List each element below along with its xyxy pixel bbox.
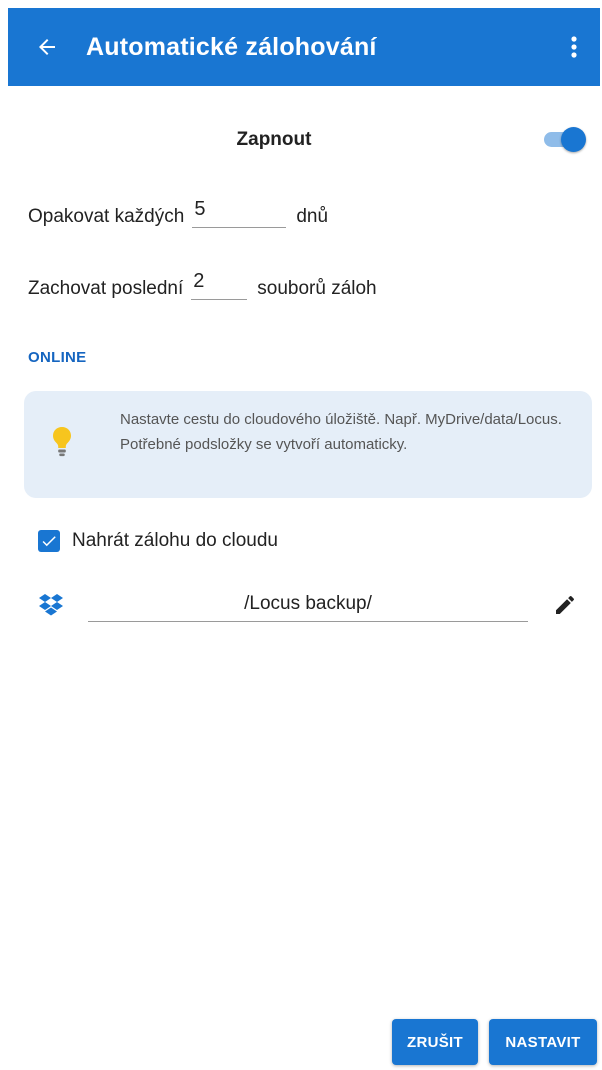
pencil-icon[interactable]: [553, 593, 579, 619]
upload-cloud-checkbox[interactable]: [38, 530, 60, 552]
cloud-path-row: /Locus backup/: [0, 585, 602, 631]
info-text: Nastavte cestu do cloudového úložiště. N…: [120, 411, 562, 453]
arrow-left-icon[interactable]: [32, 32, 62, 62]
cancel-button[interactable]: ZRUŠIT: [392, 1019, 478, 1065]
set-button[interactable]: NASTAVIT: [489, 1019, 597, 1065]
repeat-prefix: Opakovat každých: [28, 206, 185, 227]
repeat-suffix: dnů: [296, 206, 329, 227]
cloud-path-field[interactable]: /Locus backup/: [88, 589, 528, 622]
keep-prefix: Zachovat poslední: [28, 278, 184, 299]
upload-cloud-label: Nahrát zálohu do cloudu: [72, 530, 278, 551]
lightbulb-icon: [50, 425, 74, 459]
keep-suffix: souborů záloh: [257, 278, 377, 299]
app-bar: Automatické zálohování: [8, 8, 600, 86]
repeat-row: Opakovat každých 5 dnů: [28, 198, 328, 228]
keep-count-input[interactable]: 2: [191, 270, 248, 300]
more-vertical-icon[interactable]: [562, 27, 586, 67]
repeat-days-input[interactable]: 5: [192, 198, 287, 228]
toggle-thumb: [561, 127, 586, 152]
keep-row: Zachovat poslední 2 souborů záloh: [28, 270, 377, 300]
auto-backup-screen: Automatické zálohování Zapnout Opakovat …: [0, 0, 602, 1070]
enable-label: Zapnout: [236, 129, 312, 150]
dropbox-icon: [38, 593, 64, 617]
page-title: Automatické zálohování: [86, 32, 377, 61]
info-card: Nastavte cestu do cloudového úložiště. N…: [24, 391, 592, 498]
upload-cloud-checkbox-row[interactable]: Nahrát zálohu do cloudu: [38, 530, 278, 552]
enable-toggle[interactable]: [544, 127, 586, 152]
check-icon: [42, 536, 56, 547]
enable-row: Zapnout: [8, 115, 600, 163]
online-section-title: ONLINE: [28, 349, 87, 366]
